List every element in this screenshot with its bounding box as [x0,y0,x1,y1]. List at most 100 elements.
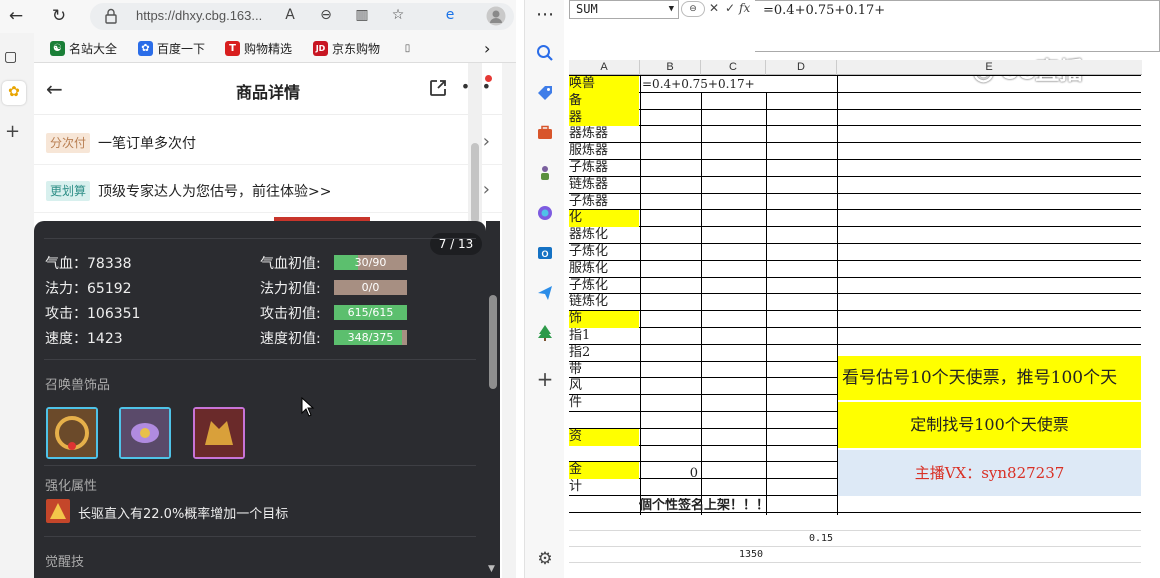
cell-a-label[interactable] [569,446,639,463]
popup-scrollbar-thumb[interactable] [489,295,497,389]
cell-a-label[interactable]: 子炼化 [569,244,639,261]
cell-a-label[interactable]: 资 [569,428,639,446]
banner-text: 一笔订单多次付 [98,136,196,152]
banner-text: 顶级专家达人为您估号，前往体验>> [98,184,332,200]
pet-detail-popup: 7 / 13 气血：78338 法力：65192 攻击：106351 速度：14… [34,221,486,578]
dropdown-arrow-icon[interactable]: ▼ [669,1,674,18]
page-scrollbar-thumb[interactable] [471,143,479,223]
armor-ornament-icon [195,409,243,457]
cell-a-label[interactable]: 链炼器 [569,177,639,194]
profile-avatar-icon[interactable] [486,6,506,30]
value-1350[interactable]: 1350 [739,547,763,563]
read-aloud-icon[interactable]: A [280,7,300,23]
cell-a-label[interactable]: 金 [569,462,639,480]
column-header-e[interactable]: E [837,60,1141,75]
cell-a-label[interactable]: 子炼器 [569,160,639,177]
zoom-icon[interactable]: ⊖ [316,7,336,23]
cell-b-total[interactable]: 0 [641,466,701,482]
cell-a-label[interactable]: 链炼化 [569,294,639,311]
cell-a-label[interactable]: 化 [569,210,639,228]
column-header-d[interactable]: D [766,60,837,75]
notification-dot [485,75,492,82]
cell-a-label[interactable]: 指2 [569,345,639,362]
function-toggle-icon[interactable]: ⊖ [681,1,705,17]
confirm-icon[interactable]: ✓ [725,1,735,15]
cell-a-label[interactable]: 器炼器 [569,126,639,143]
grid-line [569,243,1141,244]
column-header-a[interactable]: A [569,60,640,75]
tree-icon[interactable] [534,324,556,346]
cell-a-label[interactable]: 指1 [569,328,639,345]
grid-line [569,530,1141,531]
outlook-icon[interactable]: O [534,244,556,266]
name-box[interactable]: SUM ▼ [569,0,679,19]
shopping-tag-icon[interactable] [534,84,556,106]
cell-a-label[interactable]: 带 [569,362,639,379]
cell-a-label[interactable]: 器炼化 [569,227,639,244]
hp-initial-bar: 30/90 [334,255,407,270]
column-header-b[interactable]: B [640,60,701,75]
accessory-slot-3[interactable] [193,407,245,459]
tools-briefcase-icon[interactable] [534,124,556,146]
cell-a-label[interactable] [569,412,639,429]
favorites-more-chevron-icon[interactable]: › [484,39,490,58]
banner-installment[interactable]: 分次付 一笔订单多次付 › [34,121,502,165]
active-tab-icon[interactable]: ✿ [2,81,26,105]
cell-a-label[interactable]: 服炼器 [569,143,639,160]
cell-a-label[interactable]: 计 [569,479,639,496]
copilot-icon[interactable] [534,204,556,226]
favorite-item[interactable]: ▯ [400,39,415,57]
url-text: https://dhxy.cbg.163... [136,8,263,23]
accessory-slot-1[interactable] [46,407,98,459]
cell-a-label[interactable]: 件 [569,395,639,412]
favorite-item[interactable]: JD 京东购物 [313,39,380,57]
search-icon[interactable] [534,44,556,66]
favorite-item[interactable]: ✿ 百度一下 [138,39,205,57]
stat-attack-initial-label: 攻击初值: [260,306,321,322]
back-icon[interactable]: ← [3,4,29,28]
games-icon[interactable] [534,164,556,186]
share-icon[interactable] [428,78,448,98]
popup-scrollbar[interactable]: ▼ [486,221,500,578]
send-icon[interactable] [534,284,556,306]
chevron-right-icon: › [482,131,490,152]
cell-a-label[interactable]: 备 [569,92,639,110]
cell-a-label[interactable]: 饰 [569,311,639,328]
cell-a-label[interactable]: 器 [569,109,639,127]
column-header-c[interactable]: C [701,60,766,75]
edge-icon[interactable]: e [440,7,460,23]
favorite-item[interactable]: ☯ 名站大全 [50,39,117,57]
address-bar[interactable]: https://dhxy.cbg.163... A ⊖ ▥ ☆ e [90,3,514,30]
cell-a-label[interactable]: 子炼化 [569,278,639,295]
favorite-item[interactable]: T 购物精选 [225,39,292,57]
cancel-icon[interactable]: ✕ [709,1,719,15]
grid-line [569,546,1141,547]
insert-function-icon[interactable]: fx [739,1,750,15]
grid-line [569,276,1141,278]
favorite-label: 名站大全 [69,41,118,56]
cell-a-label[interactable]: 服炼化 [569,261,639,278]
tab-actions-icon[interactable]: ▢ [4,49,22,67]
site-favicon-icon: T [225,40,240,56]
cell-a-label[interactable]: 唤兽 [569,76,639,93]
split-screen-icon[interactable]: ▥ [352,7,372,23]
favorite-icon[interactable]: ☆ [388,7,408,23]
scroll-down-icon[interactable]: ▼ [488,564,495,574]
accessory-slot-2[interactable] [119,407,171,459]
divider [44,238,476,239]
formula-bar-buttons: ⊖ ✕ ✓ fx [681,0,753,19]
cell-b1-formula[interactable]: =0.4+0.75+0.17+ [641,76,767,92]
value-0-15[interactable]: 0.15 [809,531,833,547]
stat-mp-initial-label: 法力初值: [260,281,321,297]
more-icon[interactable]: ⋯ [534,4,556,26]
add-sidebar-app-icon[interactable]: + [534,368,556,390]
sheet-vertical-scrollbar[interactable] [1142,60,1160,578]
cell-a-label[interactable]: 风 [569,378,639,395]
banner-appraisal-text: 看号估号10个天使票，推号100个天 [838,356,1141,400]
settings-gear-icon[interactable]: ⚙ [534,548,556,570]
formula-input[interactable]: =0.4+0.75+0.17+ [755,0,1160,52]
new-tab-icon[interactable]: + [5,121,20,142]
cell-a-label[interactable]: 子炼器 [569,194,639,211]
refresh-icon[interactable]: ↻ [46,4,72,28]
banner-expert-appraisal[interactable]: 更划算 顶级专家达人为您估号，前往体验>> › [34,169,502,213]
